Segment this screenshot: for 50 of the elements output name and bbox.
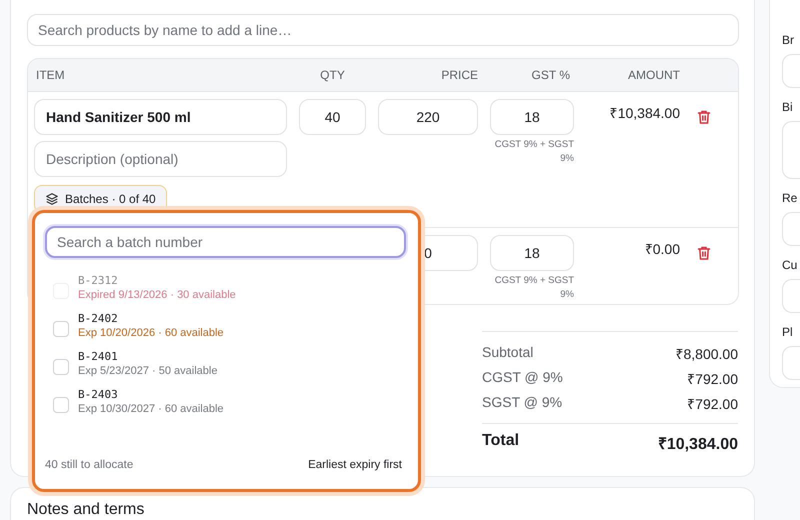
checkbox[interactable] <box>53 396 69 412</box>
batch-expiry: Exp 5/23/2027 · 50 available <box>78 365 218 377</box>
batch-option[interactable]: B-2402 Exp 10/20/2026 · 60 available <box>53 312 406 339</box>
total-label: Total <box>482 432 520 451</box>
gst-rate-field[interactable]: 18 <box>490 235 574 271</box>
total-label: Subtotal <box>482 344 534 362</box>
field-label: Pl <box>782 325 794 339</box>
batch-expiry: Expired 9/13/2026 · 30 available <box>78 289 236 301</box>
column-header: AMOUNT <box>627 68 680 82</box>
batch-expiry: Exp 10/20/2026 · 60 available <box>78 327 224 339</box>
price-field[interactable]: 220 <box>378 99 478 135</box>
gst-rate-field[interactable]: 18 <box>490 99 574 135</box>
column-header: ITEM <box>35 68 66 82</box>
field-label: Bi <box>782 100 794 114</box>
total-label: CGST @ 9% <box>482 369 563 387</box>
product-search-field[interactable]: Search products by name to add a line… <box>27 14 739 46</box>
delete-icon[interactable] <box>696 109 712 125</box>
total-value: ₹792.00 <box>687 370 738 389</box>
batch-search-field[interactable]: Search a batch number <box>45 226 406 258</box>
batch-number: B-2402 <box>78 312 119 325</box>
batch-expiry: Exp 10/30/2027 · 60 available <box>78 403 224 415</box>
sort-order-link[interactable]: Earliest expiry first <box>308 459 402 471</box>
batch-number: B-2401 <box>78 350 119 363</box>
line-amount: ₹0.00 <box>644 240 680 258</box>
batch-option[interactable]: B-2401 Exp 5/23/2027 · 50 available <box>53 350 406 377</box>
description-field[interactable]: Description (optional) <box>34 141 287 177</box>
checkbox[interactable] <box>53 358 69 374</box>
column-header: QTY <box>319 68 346 82</box>
remaining-text: 40 still to allocate <box>45 459 134 471</box>
column-header: PRICE <box>440 68 478 82</box>
total-value: ₹8,800.00 <box>676 345 738 364</box>
notes-title: Notes and terms <box>27 501 144 518</box>
delete-icon[interactable] <box>696 245 712 261</box>
checkbox[interactable] <box>53 320 69 336</box>
total-label: SGST @ 9% <box>482 394 562 412</box>
field-label: Br <box>782 33 795 47</box>
batch-number: B-2312 <box>78 274 119 287</box>
column-header: GST % <box>530 68 571 82</box>
line-amount: ₹10,384.00 <box>608 104 680 122</box>
item-name-field[interactable]: Hand Sanitizer 500 ml <box>34 99 287 135</box>
batch-number: B-2403 <box>78 388 119 401</box>
batch-option[interactable]: B-2403 Exp 10/30/2027 · 60 available <box>53 388 406 415</box>
gst-split-note: CGST 9% + SGST 9% <box>494 138 574 166</box>
gst-split-note: CGST 9% + SGST 9% <box>494 274 574 302</box>
total-value: ₹10,384.00 <box>658 435 738 454</box>
total-value: ₹792.00 <box>687 395 738 414</box>
quantity-field[interactable]: 40 <box>299 99 366 135</box>
field-label: Re <box>782 191 798 205</box>
field-label: Cu <box>782 258 798 272</box>
layers-icon <box>45 192 59 206</box>
